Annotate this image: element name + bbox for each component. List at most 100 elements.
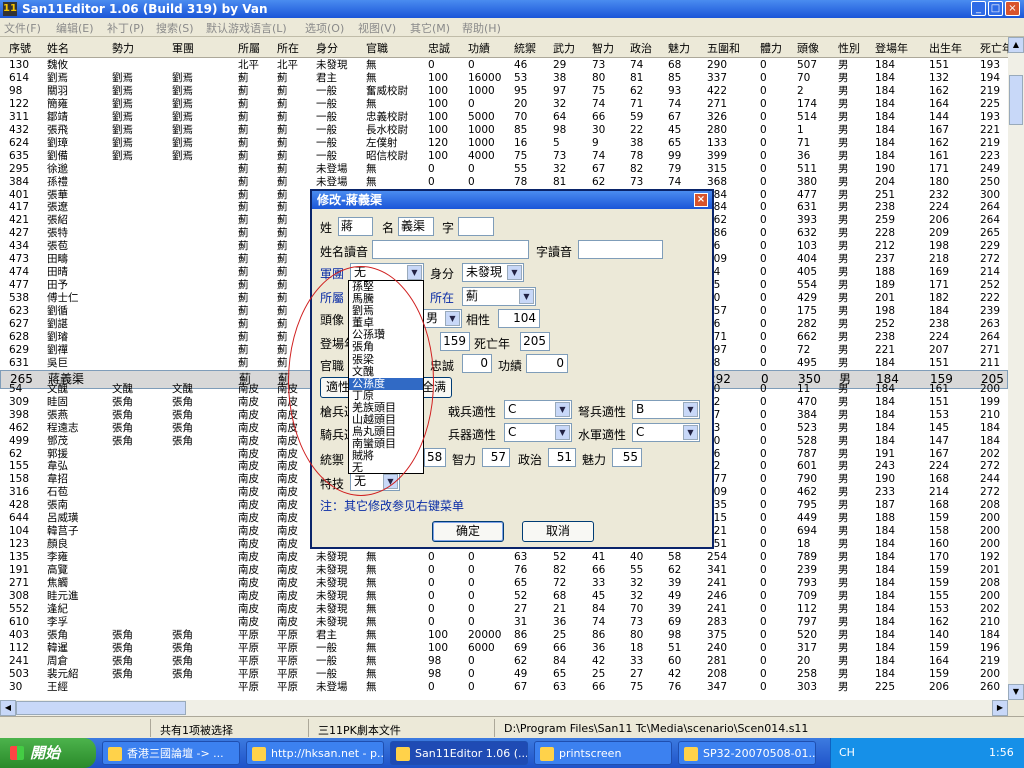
column-header[interactable]: 出生年 [929,40,962,56]
bow-aptitude-select[interactable]: B ▼ [632,400,700,419]
taskbar-item-image[interactable]: SP32-20070508-01... [678,741,816,765]
column-header[interactable]: 功績 [468,40,490,56]
column-header[interactable]: 智力 [592,40,614,56]
intellect-input[interactable]: 57 [482,448,510,467]
chevron-down-icon[interactable]: ▼ [507,265,522,280]
table-row[interactable]: 552 逢紀 南皮 南皮 未發現 無 0 0 27 21 84 70 39 241 0 112 男 184 153 2… [0,603,1008,615]
column-header[interactable]: 姓名 [47,40,69,56]
column-header[interactable]: 性別 [838,40,860,56]
table-row[interactable]: 635 劉備 劉焉 劉焉 薊 薊 一般 昭信校尉 100 4000 75 73 74 78 99 399 0 36… [0,150,1008,162]
chevron-down-icon[interactable]: ▼ [445,311,460,326]
dialog-close-button[interactable]: × [694,193,708,207]
merit-input[interactable]: 0 [526,354,568,373]
column-header[interactable]: 統禦 [514,40,536,56]
menu-file[interactable]: 文件(F) [4,20,41,36]
menu-help[interactable]: 帮助(H) [462,20,501,36]
column-header[interactable]: 所屬 [238,40,260,56]
scroll-left-arrow-icon[interactable]: ◀ [0,700,16,716]
menu-patch[interactable]: 补丁(P) [107,20,144,36]
table-row[interactable]: 122 簡雍 劉焉 劉焉 薊 薊 一般 無 100 0 20 32 74 71 74 271 0 174 男 184 1… [0,98,1008,110]
table-row[interactable]: 130 魏攸 北平 北平 未發現 無 0 0 46 29 73 74 68 290 0 507 男 184 151 1… [0,59,1008,71]
column-header[interactable]: 死亡年 [980,40,1008,56]
cancel-button[interactable]: 取消 [522,521,594,542]
vertical-scroll-thumb[interactable] [1009,75,1023,125]
loyalty-input[interactable]: 0 [462,354,492,373]
navy-aptitude-select[interactable]: C ▼ [632,423,700,442]
charisma-input[interactable]: 55 [612,448,642,467]
style-reading-input[interactable] [578,240,663,259]
taskbar-item-printscreen[interactable]: printscreen [534,741,672,765]
taskbar-item-editor[interactable]: San11Editor 1.06 (... [390,741,528,765]
table-row[interactable]: 403 張角 張角 張角 平原 平原 君主 無 100 20000 86 25 86 80 98 375 0 52… [0,629,1008,641]
politics-input[interactable]: 51 [548,448,576,467]
column-header[interactable]: 勢力 [112,40,134,56]
table-row[interactable]: 432 張飛 劉焉 劉焉 薊 薊 一般 長水校尉 100 1000 85 98 30 22 45 280 0 1 男… [0,124,1008,136]
chevron-down-icon[interactable]: ▼ [683,402,698,417]
table-row[interactable]: 30 王經 平原 平原 未登場 無 0 0 67 63 66 75 76 347 0 303 男 225 206 26… [0,681,1008,693]
vertical-scrollbar[interactable]: ▲ ▼ [1008,37,1024,700]
column-header[interactable]: 身分 [316,40,338,56]
start-button[interactable]: 開始 [0,738,96,768]
table-row[interactable]: 614 劉焉 劉焉 劉焉 薊 薊 君主 無 100 16000 53 38 80 81 85 337 0 70 男 1… [0,72,1008,84]
table-row[interactable]: 503 裴元紹 張角 張角 平原 平原 一般 無 98 0 49 65 25 27 42 208 0 258 男 18… [0,668,1008,680]
column-header[interactable]: 政治 [630,40,652,56]
command-input[interactable]: 58 [424,448,446,467]
column-header[interactable]: 序號 [9,40,31,56]
table-row[interactable]: 98 關羽 劉焉 劉焉 薊 薊 一般 奮威校尉 100 1000 95 97 75 62 93 422 0 2 男 1… [0,85,1008,97]
column-header[interactable]: 體力 [760,40,782,56]
table-row[interactable]: 135 李雍 南皮 南皮 未發現 無 0 0 63 52 41 40 58 254 0 789 男 184 170 1… [0,551,1008,563]
column-header[interactable]: 軍團 [172,40,194,56]
chevron-down-icon[interactable]: ▼ [407,265,422,280]
debut-year-input[interactable]: 159 [440,332,470,351]
surname-input[interactable]: 蔣 [338,217,373,236]
table-row[interactable]: 295 徐邈 薊 薊 未登場 無 0 0 55 32 67 82 79 315 0 511 男 190 171 249 [0,163,1008,175]
status-select[interactable]: 未發現 ▼ [462,263,524,282]
halberd-aptitude-select[interactable]: C ▼ [504,400,572,419]
table-row[interactable]: 384 孫禮 薊 薊 未登場 無 0 0 78 81 62 73 74 368 0 380 男 204 180 250 [0,176,1008,188]
table-row[interactable]: 624 劉璋 劉焉 劉焉 薊 薊 一般 左僕射 120 1000 16 5 9 38 65 133 0 71 男 18… [0,137,1008,149]
scroll-down-arrow-icon[interactable]: ▼ [1008,684,1024,700]
taskbar-item-hksan[interactable]: http://hksan.net - p... [246,741,384,765]
table-row[interactable]: 610 李孚 南皮 南皮 未發現 無 0 0 31 36 74 73 69 283 0 797 男 184 162 2… [0,616,1008,628]
language-indicator[interactable]: CH [839,746,855,759]
table-row[interactable]: 311 鄒靖 劉焉 劉焉 薊 薊 一般 忠義校尉 100 5000 70 64 66 59 67 326 0 51… [0,111,1008,123]
table-row[interactable]: 271 焦觸 南皮 南皮 未發現 無 0 0 65 72 33 32 39 241 0 793 男 184 159 2… [0,577,1008,589]
column-header[interactable]: 頭像 [797,40,819,56]
name-reading-input[interactable] [372,240,529,259]
column-header[interactable]: 官職 [366,40,388,56]
scroll-right-arrow-icon[interactable]: ▶ [992,700,1008,716]
chevron-down-icon[interactable]: ▼ [555,402,570,417]
column-header[interactable]: 忠誠 [428,40,450,56]
maximize-button[interactable]: □ [988,1,1003,16]
style-name-input[interactable] [458,217,494,236]
menu-search[interactable]: 搜索(S) [156,20,194,36]
gender-select[interactable]: 男 ▼ [422,309,462,328]
menu-language[interactable]: 默认游戏语言(L) [206,20,287,36]
given-name-input[interactable]: 義渠 [398,217,434,236]
horizontal-scrollbar[interactable]: ◀ ▶ [0,700,1008,716]
chevron-down-icon[interactable]: ▼ [555,425,570,440]
location-select[interactable]: 薊 ▼ [462,287,536,306]
chevron-down-icon[interactable]: ▼ [519,289,534,304]
death-year-input[interactable]: 205 [520,332,550,351]
column-header[interactable]: 登場年 [875,40,908,56]
ok-button[interactable]: 确定 [432,521,504,542]
minimize-button[interactable]: _ [971,1,986,16]
table-row[interactable]: 191 高覽 南皮 南皮 未發現 無 0 0 76 82 66 55 62 341 0 239 男 184 159 2… [0,564,1008,576]
column-header[interactable]: 武力 [553,40,575,56]
taskbar-item-forum[interactable]: 香港三國論壇 -> ... [102,741,240,765]
menu-options[interactable]: 选项(O) [305,20,344,36]
horizontal-scroll-thumb[interactable] [16,701,186,715]
column-header[interactable]: 魅力 [668,40,690,56]
close-button[interactable]: × [1005,1,1020,16]
table-row[interactable]: 241 周倉 張角 張角 平原 平原 一般 無 98 0 62 84 42 33 60 281 0 20 男 184 1… [0,655,1008,667]
menu-view[interactable]: 视图(V) [358,20,396,36]
scroll-up-arrow-icon[interactable]: ▲ [1008,37,1024,53]
compatibility-input[interactable]: 104 [498,309,540,328]
column-header[interactable]: 所在 [277,40,299,56]
table-row[interactable]: 308 眭元進 南皮 南皮 未發現 無 0 0 52 68 45 32 49 246 0 709 男 184 155… [0,590,1008,602]
menu-other[interactable]: 其它(M) [410,20,450,36]
menu-edit[interactable]: 编辑(E) [56,20,94,36]
table-row[interactable]: 112 韓暹 張角 張角 平原 平原 一般 無 100 6000 69 66 36 18 51 240 0 317… [0,642,1008,654]
chevron-down-icon[interactable]: ▼ [683,425,698,440]
